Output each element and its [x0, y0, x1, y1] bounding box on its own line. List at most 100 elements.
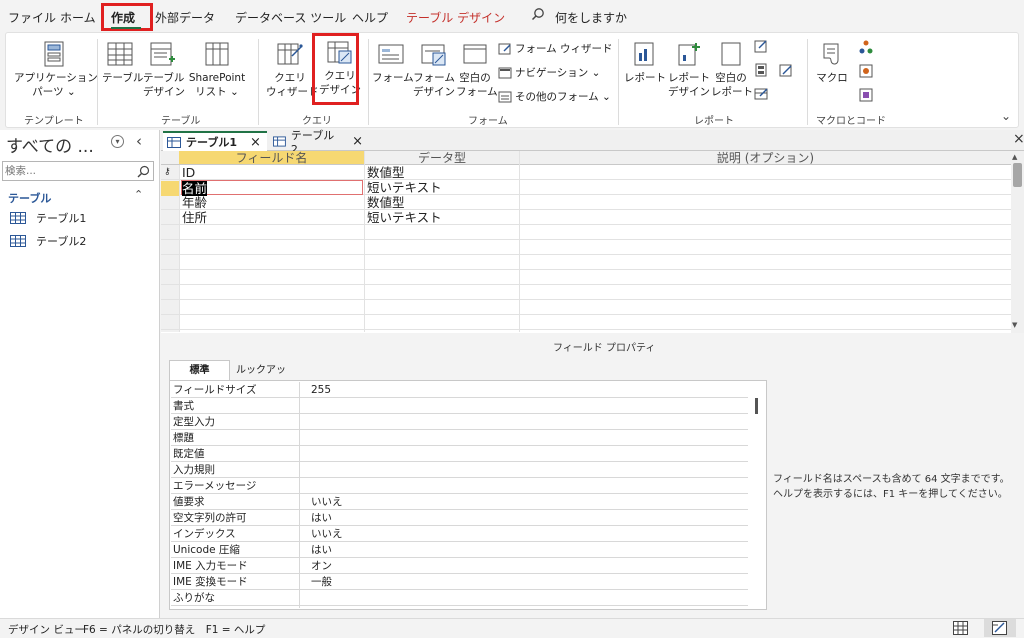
description-cell[interactable]: [522, 165, 1002, 180]
nav-search-input[interactable]: [5, 163, 130, 179]
grid-vertical-scrollbar[interactable]: ▲ ▼: [1011, 151, 1024, 333]
table-row[interactable]: [161, 300, 1011, 315]
nav-dropdown-icon[interactable]: ▾: [111, 135, 124, 148]
application-parts-button[interactable]: アプリケーション パーツ ⌄: [14, 41, 98, 99]
data-type-cell[interactable]: 数値型: [367, 195, 517, 210]
property-row[interactable]: 定型入力: [171, 414, 748, 430]
scrollbar-thumb[interactable]: [1013, 163, 1022, 187]
table-row[interactable]: [161, 225, 1011, 240]
description-cell[interactable]: [522, 195, 1002, 210]
property-row[interactable]: IME 入力モード オン: [171, 558, 748, 574]
labels-button[interactable]: [754, 63, 768, 77]
nav-section-tables[interactable]: テーブル: [8, 190, 51, 206]
column-header-field-name[interactable]: フィールド名: [179, 151, 364, 165]
scroll-up-icon[interactable]: ▲: [1012, 153, 1017, 161]
field-name-cell[interactable]: 住所: [182, 210, 362, 225]
field-name-cell[interactable]: ID: [182, 165, 362, 180]
property-row[interactable]: 標題: [171, 430, 748, 446]
report-design-button[interactable]: レポート デザイン: [668, 41, 710, 99]
menu-help[interactable]: ヘルプ: [352, 9, 388, 26]
property-value[interactable]: はい: [311, 542, 332, 558]
property-row[interactable]: 値要求 いいえ: [171, 494, 748, 510]
field-name-cell[interactable]: 名前: [181, 180, 363, 196]
properties-scrollbar[interactable]: [753, 382, 765, 608]
report-wizard-2-button[interactable]: [754, 87, 768, 101]
property-value[interactable]: オン: [311, 558, 332, 574]
property-row[interactable]: 空文字列の許可 はい: [171, 510, 748, 526]
menu-table-design[interactable]: テーブル デザイン: [406, 9, 505, 26]
table-row[interactable]: [161, 315, 1011, 330]
property-row[interactable]: 既定値: [171, 446, 748, 462]
blank-report-button[interactable]: 空白の レポート: [711, 41, 753, 99]
blank-form-button[interactable]: 空白の フォーム: [456, 41, 498, 99]
nav-title[interactable]: すべての ...: [6, 132, 94, 157]
visual-basic-button[interactable]: [858, 87, 874, 103]
nav-collapse-icon[interactable]: ‹: [136, 132, 142, 150]
property-row[interactable]: IME 変換モード 一般: [171, 574, 748, 590]
tab-table2[interactable]: テーブル2 ×: [269, 129, 367, 156]
table-row[interactable]: [161, 285, 1011, 300]
table-design-button[interactable]: テーブル デザイン: [143, 41, 185, 99]
property-value[interactable]: 一般: [311, 574, 332, 590]
property-row[interactable]: 入力規則: [171, 462, 748, 478]
table-row[interactable]: [161, 240, 1011, 255]
report-button[interactable]: レポート: [624, 41, 666, 85]
property-row[interactable]: エラーメッセージ: [171, 478, 748, 494]
report-wizard-button[interactable]: [754, 39, 768, 53]
data-type-cell[interactable]: 短いテキスト: [367, 180, 517, 195]
property-value[interactable]: 255: [311, 382, 331, 398]
menu-database-tools[interactable]: データベース ツール: [235, 9, 346, 26]
design-view-button[interactable]: [984, 619, 1016, 637]
data-type-cell[interactable]: 短いテキスト: [367, 210, 517, 225]
column-header-data-type[interactable]: データ型: [365, 151, 519, 165]
navigation-button[interactable]: ナビゲーション ⌄: [498, 65, 600, 80]
report-design-small-button[interactable]: [779, 63, 793, 77]
form-design-button[interactable]: フォーム デザイン: [412, 41, 456, 99]
property-value[interactable]: いいえ: [311, 494, 343, 510]
more-forms-button[interactable]: その他のフォーム ⌄: [498, 89, 611, 104]
nav-item-table1[interactable]: テーブル1: [10, 210, 86, 226]
field-name-cell[interactable]: 年齢: [182, 195, 362, 210]
close-icon[interactable]: ×: [352, 134, 363, 149]
table-row[interactable]: [161, 255, 1011, 270]
close-document-icon[interactable]: ×: [1013, 131, 1024, 147]
property-row[interactable]: 書式: [171, 398, 748, 414]
table-row[interactable]: 住所 短いテキスト: [161, 210, 1011, 225]
macro-button[interactable]: マクロ: [815, 41, 849, 85]
class-module-button[interactable]: [858, 63, 874, 79]
property-value[interactable]: いいえ: [311, 526, 343, 542]
table-row[interactable]: 名前 短いテキスト: [161, 180, 1011, 196]
scrollbar-thumb[interactable]: [755, 398, 758, 414]
description-cell[interactable]: [522, 180, 1002, 195]
table-button[interactable]: テーブル: [102, 41, 143, 85]
column-header-description[interactable]: 説明 (オプション): [520, 151, 1011, 165]
form-wizard-button[interactable]: フォーム ウィザード: [498, 41, 613, 56]
data-type-cell[interactable]: 数値型: [367, 165, 517, 180]
property-row[interactable]: インデックス いいえ: [171, 526, 748, 542]
nav-search-box[interactable]: [2, 161, 154, 181]
collapse-ribbon-icon[interactable]: ⌄: [1001, 109, 1011, 123]
menu-file[interactable]: ファイル: [8, 9, 56, 26]
property-row[interactable]: Unicode 圧縮 はい: [171, 542, 748, 558]
scroll-down-icon[interactable]: ▼: [1012, 321, 1017, 329]
query-wizard-button[interactable]: クエリ ウィザード: [266, 41, 319, 99]
tab-table1[interactable]: テーブル1 ×: [163, 131, 267, 151]
tab-general[interactable]: 標準: [169, 360, 230, 380]
tab-lookup[interactable]: ルックアップ: [232, 362, 290, 394]
nav-section-collapse-icon[interactable]: ⌃: [134, 188, 143, 201]
datasheet-view-icon[interactable]: [953, 621, 968, 638]
property-row[interactable]: フィールドサイズ 255: [171, 382, 748, 398]
sharepoint-list-button[interactable]: SharePoint リスト ⌄: [186, 41, 248, 99]
table-row[interactable]: 年齢 数値型: [161, 195, 1011, 210]
property-row[interactable]: ふりがな: [171, 590, 748, 606]
nav-item-table2[interactable]: テーブル2: [10, 233, 86, 249]
module-button[interactable]: [858, 39, 874, 55]
property-value[interactable]: はい: [311, 510, 332, 526]
form-button[interactable]: フォーム: [372, 41, 414, 85]
description-cell[interactable]: [522, 210, 1002, 225]
table-row[interactable]: [161, 270, 1011, 285]
menu-home[interactable]: ホーム: [60, 9, 96, 26]
close-icon[interactable]: ×: [250, 135, 261, 150]
menu-external-data[interactable]: 外部データ: [155, 9, 215, 26]
tell-me-input[interactable]: 何をしますか: [555, 9, 627, 26]
